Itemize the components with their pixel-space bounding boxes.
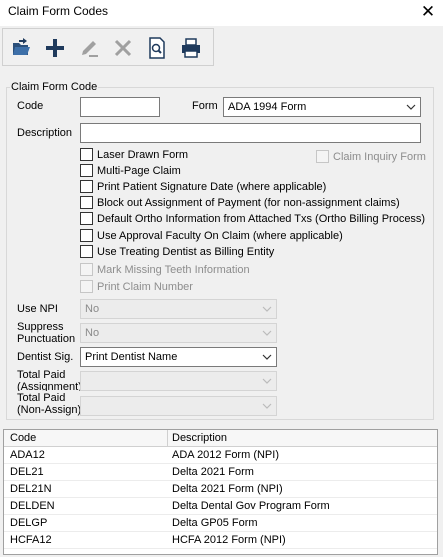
claim-form-codes-table: Code Description ADA12 ADA 2012 Form (NP… bbox=[3, 429, 438, 555]
cell-description: Delta 2021 Form (NPI) bbox=[172, 483, 283, 495]
chevron-down-icon bbox=[262, 378, 272, 384]
chevron-down-icon bbox=[262, 306, 272, 312]
checkbox-box bbox=[80, 148, 93, 161]
description-label: Description bbox=[17, 127, 73, 139]
table-row[interactable]: DEL21 Delta 2021 Form bbox=[4, 464, 437, 481]
checkbox-label: Block out Assignment of Payment (for non… bbox=[97, 196, 400, 209]
chevron-down-icon bbox=[262, 354, 272, 360]
close-button[interactable]: ✕ bbox=[413, 0, 443, 26]
column-separator[interactable] bbox=[167, 430, 168, 447]
group-title: Claim Form Code bbox=[10, 81, 99, 93]
cell-description: ADA 2012 Form (NPI) bbox=[172, 449, 279, 461]
checkbox-box bbox=[80, 280, 93, 293]
checkbox-box bbox=[316, 150, 329, 163]
laser-drawn-checkbox[interactable]: Laser Drawn Form bbox=[80, 147, 188, 162]
checkbox-label: Use Approval Faculty On Claim (where app… bbox=[97, 229, 343, 242]
cell-description: Delta GP05 Form bbox=[172, 517, 258, 529]
suppress-label-1: Suppress bbox=[17, 321, 64, 333]
column-header-description[interactable]: Description bbox=[172, 432, 227, 444]
form-select[interactable]: ADA 1994 Form bbox=[223, 97, 421, 117]
total-paid-assign-label-2: (Assignment) bbox=[17, 381, 82, 391]
use-npi-select[interactable]: No bbox=[80, 299, 277, 319]
cell-code: DELGP bbox=[10, 517, 48, 529]
cell-description: HCFA 2012 Form (NPI) bbox=[172, 534, 286, 546]
title-bar: Claim Form Codes ✕ bbox=[0, 0, 443, 26]
checkbox-label: Laser Drawn Form bbox=[97, 148, 189, 161]
table-header: Code Description bbox=[4, 430, 437, 447]
cell-code: DEL21 bbox=[10, 466, 44, 478]
code-input[interactable] bbox=[80, 97, 160, 117]
form-select-value: ADA 1994 Form bbox=[228, 101, 307, 113]
checkbox-box bbox=[80, 196, 93, 209]
edit-pencil-icon bbox=[82, 41, 98, 57]
table-row[interactable]: DEL21N Delta 2021 Form (NPI) bbox=[4, 481, 437, 498]
checkbox-box bbox=[80, 212, 93, 225]
multi-page-checkbox[interactable]: Multi-Page Claim bbox=[80, 163, 181, 178]
dentist-sig-value: Print Dentist Name bbox=[85, 351, 178, 363]
open-button[interactable] bbox=[5, 32, 37, 64]
checkbox-box bbox=[80, 245, 93, 258]
total-paid-nonassign-label-2: (Non-Assign) bbox=[17, 404, 82, 416]
checkbox-label: Mark Missing Teeth Information bbox=[97, 263, 250, 276]
cell-description: Delta 2021 Form bbox=[172, 466, 254, 478]
preview-icon bbox=[149, 37, 165, 59]
claim-inquiry-checkbox[interactable]: Claim Inquiry Form bbox=[316, 149, 426, 164]
checkbox-box bbox=[80, 229, 93, 242]
column-header-code[interactable]: Code bbox=[10, 432, 36, 444]
chevron-down-icon bbox=[406, 104, 416, 110]
table-row[interactable]: DELDEN Delta Dental Gov Program Form bbox=[4, 498, 437, 515]
use-npi-value: No bbox=[85, 303, 100, 315]
approval-faculty-checkbox[interactable]: Use Approval Faculty On Claim (where app… bbox=[80, 228, 343, 243]
total-paid-nonassign-select[interactable] bbox=[80, 396, 277, 416]
delete-x-icon bbox=[114, 39, 132, 57]
checkbox-box bbox=[80, 164, 93, 177]
window-title: Claim Form Codes bbox=[8, 4, 109, 18]
cell-code: ADA12 bbox=[10, 449, 45, 461]
dentist-sig-label: Dentist Sig. bbox=[17, 351, 74, 363]
total-paid-assign-label-1: Total Paid bbox=[17, 369, 66, 381]
chevron-down-icon bbox=[262, 330, 272, 336]
cell-code: HCFA12 bbox=[10, 534, 52, 546]
table-row[interactable]: ADA12 ADA 2012 Form (NPI) bbox=[4, 447, 437, 464]
checkbox-label: Default Ortho Information from Attached … bbox=[97, 212, 426, 225]
claim-inquiry-label: Claim Inquiry Form bbox=[333, 150, 426, 163]
cell-description: Delta Dental Gov Program Form bbox=[172, 500, 330, 512]
suppress-punctuation-select[interactable]: No bbox=[80, 323, 277, 343]
edit-button[interactable] bbox=[73, 32, 105, 64]
open-folder-icon bbox=[13, 38, 30, 55]
cell-code: DEL21N bbox=[10, 483, 52, 495]
code-label: Code bbox=[17, 100, 44, 112]
table-row[interactable]: HCFA12 HCFA 2012 Form (NPI) bbox=[4, 532, 437, 549]
print-claim-number-checkbox[interactable]: Print Claim Number bbox=[80, 279, 193, 294]
checkbox-label: Print Claim Number bbox=[97, 280, 193, 293]
checkbox-label: Use Treating Dentist as Billing Entity bbox=[97, 245, 275, 258]
toolbar bbox=[2, 28, 214, 66]
cell-code: DELDEN bbox=[10, 500, 55, 512]
chevron-down-icon bbox=[262, 403, 272, 409]
description-input[interactable] bbox=[80, 123, 421, 143]
checkbox-label: Print Patient Signature Date (where appl… bbox=[97, 180, 327, 193]
checkbox-box bbox=[80, 180, 93, 193]
checkbox-box bbox=[80, 263, 93, 276]
block-assignment-checkbox[interactable]: Block out Assignment of Payment (for non… bbox=[80, 195, 400, 210]
total-paid-nonassign-label-1: Total Paid bbox=[17, 392, 66, 404]
print-button[interactable] bbox=[175, 32, 207, 64]
table-row[interactable]: DELGP Delta GP05 Form bbox=[4, 515, 437, 532]
add-icon bbox=[46, 39, 64, 57]
treating-dentist-checkbox[interactable]: Use Treating Dentist as Billing Entity bbox=[80, 244, 274, 259]
form-label: Form bbox=[192, 100, 218, 112]
use-npi-label: Use NPI bbox=[17, 303, 58, 315]
suppress-value: No bbox=[85, 327, 100, 339]
checkbox-label: Multi-Page Claim bbox=[97, 164, 181, 177]
mark-missing-teeth-checkbox[interactable]: Mark Missing Teeth Information bbox=[80, 262, 250, 277]
preview-button[interactable] bbox=[141, 32, 173, 64]
delete-button[interactable] bbox=[107, 32, 139, 64]
default-ortho-checkbox[interactable]: Default Ortho Information from Attached … bbox=[80, 211, 425, 226]
add-button[interactable] bbox=[39, 32, 71, 64]
print-signature-date-checkbox[interactable]: Print Patient Signature Date (where appl… bbox=[80, 179, 326, 194]
total-paid-assignment-select[interactable] bbox=[80, 371, 277, 391]
suppress-label-2: Punctuation bbox=[17, 333, 76, 345]
dentist-sig-select[interactable]: Print Dentist Name bbox=[80, 347, 277, 367]
print-icon bbox=[182, 38, 200, 58]
